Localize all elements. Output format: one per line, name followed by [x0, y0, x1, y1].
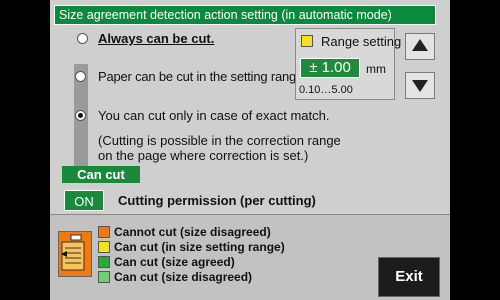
exact-match-note-line2: on the page where correction is set.)	[98, 148, 309, 163]
legend-swatch-agreed	[98, 256, 110, 268]
arrow-down-icon	[412, 80, 428, 92]
exact-match-note-line1: (Cutting is possible in the correction r…	[98, 133, 341, 148]
range-color-swatch	[301, 35, 313, 47]
legend-cannot-cut: Cannot cut (size disagreed)	[114, 225, 271, 239]
range-value-field[interactable]: ± 1.00	[300, 58, 360, 78]
radio-always-cut[interactable]	[77, 33, 88, 44]
range-setting-label: Range setting	[321, 34, 402, 49]
cutting-permission-label: Cutting permission (per cutting)	[118, 193, 316, 208]
range-setting-panel: Range setting ± 1.00 mm 0.10…5.00	[295, 28, 401, 100]
range-hint: 0.10…5.00	[299, 84, 353, 96]
option-setting-range-label: Paper can be cut in the setting range	[98, 69, 304, 84]
range-up-button[interactable]	[405, 33, 435, 60]
legend-area: Cannot cut (size disagreed) Can cut (in …	[50, 215, 450, 300]
legend-agreed: Can cut (size agreed)	[114, 255, 235, 269]
option-exact-match-label: You can cut only in case of exact match.	[98, 108, 330, 123]
legend-disagreed: Can cut (size disagreed)	[114, 270, 253, 284]
settings-screen: Size agreement detection action setting …	[50, 0, 450, 300]
range-down-button[interactable]	[405, 72, 435, 99]
radio-setting-range[interactable]	[75, 71, 86, 82]
range-unit: mm	[366, 62, 386, 76]
arrow-up-icon	[412, 39, 428, 51]
can-cut-label: Can cut	[62, 166, 140, 183]
legend-swatch-cannot-cut	[98, 226, 110, 238]
legend-in-range: Can cut (in size setting range)	[114, 240, 285, 254]
cutting-permission-toggle[interactable]: ON	[64, 190, 104, 211]
window-title: Size agreement detection action setting …	[54, 5, 436, 25]
legend-swatch-disagreed	[98, 271, 110, 283]
legend-swatch-in-range	[98, 241, 110, 253]
exit-button[interactable]: Exit	[378, 257, 440, 297]
cutting-status-icon	[58, 231, 92, 277]
radio-exact-match[interactable]	[75, 110, 86, 121]
option-always-cut-label: Always can be cut.	[98, 31, 215, 46]
